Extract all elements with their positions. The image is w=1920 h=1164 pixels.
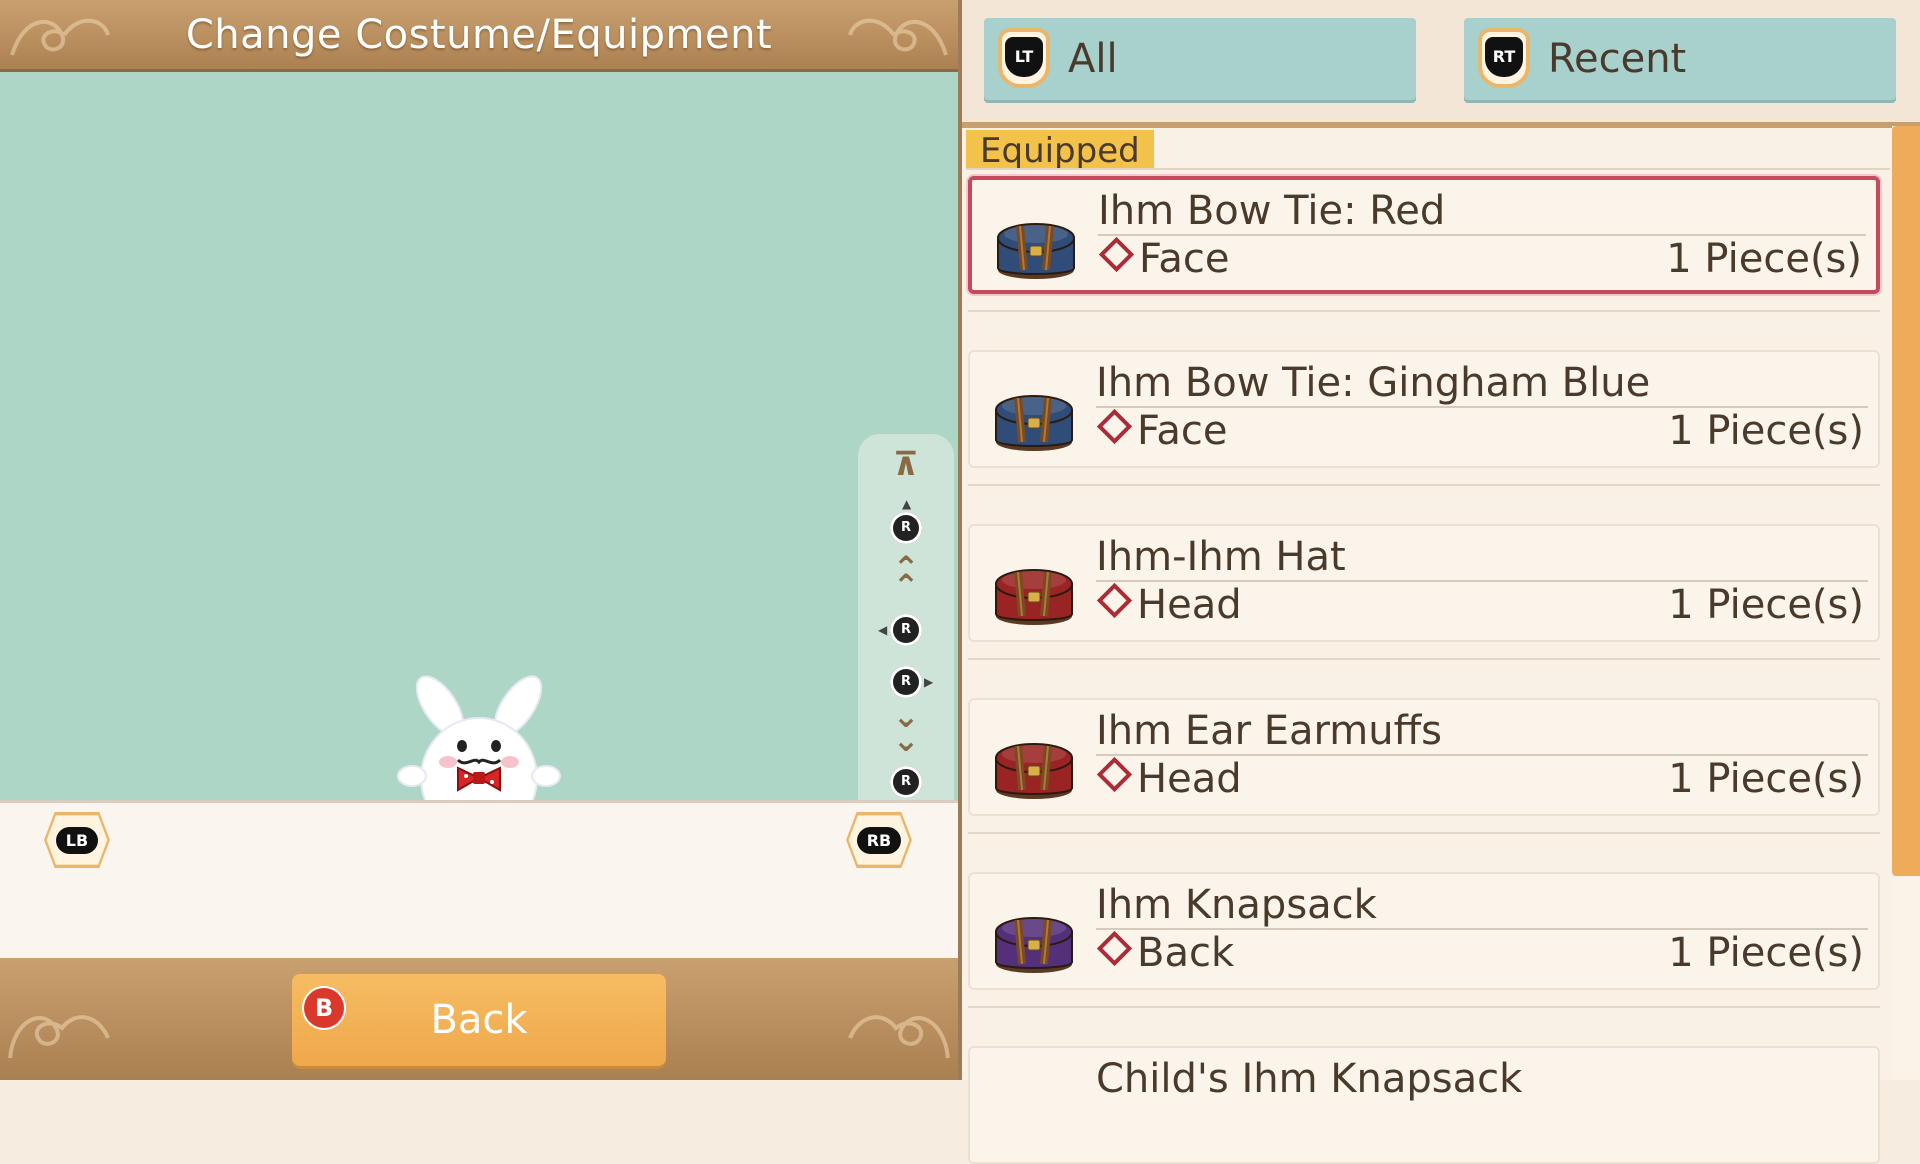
row-separator xyxy=(968,1006,1880,1008)
item-name: Ihm Bow Tie: Gingham Blue xyxy=(1096,360,1651,406)
rt-trigger-icon: RT xyxy=(1478,28,1530,88)
item-slot-label: Head xyxy=(1137,756,1242,802)
ornament-icon xyxy=(848,18,948,56)
zoom-in-icon: ⌃ xyxy=(892,567,920,605)
equipped-section-label: Equipped xyxy=(966,130,1154,171)
inventory-item-row[interactable]: Ihm Knapsack Back 1 Piece(s) xyxy=(968,872,1880,990)
chest-icon xyxy=(995,743,1073,799)
chest-icon xyxy=(995,917,1073,973)
ornament-icon xyxy=(8,1015,110,1059)
item-name: Ihm Ear Earmuffs xyxy=(1096,708,1443,754)
chest-icon xyxy=(997,223,1075,279)
item-name: Child's Ihm Knapsack xyxy=(1096,1056,1523,1102)
row-separator xyxy=(968,310,1880,312)
tab-recent[interactable]: RT Recent xyxy=(1464,18,1896,100)
chest-icon xyxy=(995,395,1073,451)
item-slot: Head xyxy=(1096,756,1242,802)
diamond-icon xyxy=(1096,930,1133,967)
zoom-max-icon: ⊼ xyxy=(893,445,919,483)
item-slot: Face xyxy=(1098,236,1229,282)
diamond-icon xyxy=(1096,408,1133,445)
item-quantity: 1 Piece(s) xyxy=(1668,408,1864,454)
row-separator xyxy=(968,484,1880,486)
tab-label: Recent xyxy=(1548,36,1687,82)
zoom-out-icon: ⌄ xyxy=(892,721,920,759)
r-stick-right-icon: R xyxy=(890,666,922,698)
category-tab-strip xyxy=(0,800,958,961)
ornament-icon xyxy=(848,1015,950,1059)
item-slot-label: Face xyxy=(1137,408,1228,454)
item-slot: Head xyxy=(1096,582,1242,628)
character-preview[interactable]: ⊼ R ▲ ⌃ ⌃ R ◀ R ▶ ⌄ ⌄ R ▼ ⊻ xyxy=(0,72,958,866)
diamond-icon xyxy=(1098,236,1135,273)
preview-panel: Change Costume/Equipment ⊼ R ▲ ⌃ ⌃ R ◀ R… xyxy=(0,0,958,1080)
filter-header: LT All RT Recent xyxy=(962,0,1920,128)
divider xyxy=(966,168,1890,170)
back-button[interactable]: B Back xyxy=(292,974,666,1066)
item-slot-label: Face xyxy=(1139,236,1230,282)
item-quantity: 1 Piece(s) xyxy=(1668,756,1864,802)
r-stick-down-icon: R xyxy=(890,766,922,798)
r-stick-up-icon: R xyxy=(890,512,922,544)
inventory-item-row[interactable]: Ihm Ear Earmuffs Head 1 Piece(s) xyxy=(968,698,1880,816)
inventory-item-row[interactable]: Child's Ihm Knapsack xyxy=(968,1046,1880,1164)
row-separator xyxy=(968,658,1880,660)
back-button-label: Back xyxy=(430,997,528,1043)
arrow-left-icon: ◀ xyxy=(878,623,888,637)
diamond-icon xyxy=(1096,756,1133,793)
item-name: Ihm-Ihm Hat xyxy=(1096,534,1346,580)
item-name: Ihm Knapsack xyxy=(1096,882,1377,928)
lb-button[interactable]: LB xyxy=(44,812,110,868)
page-title: Change Costume/Equipment xyxy=(185,12,773,58)
row-separator xyxy=(968,832,1880,834)
item-quantity: 1 Piece(s) xyxy=(1666,236,1862,282)
item-slot-label: Back xyxy=(1137,930,1235,976)
item-quantity: 1 Piece(s) xyxy=(1668,582,1864,628)
item-slot: Face xyxy=(1096,408,1227,454)
tab-label: All xyxy=(1068,36,1118,82)
title-bar: Change Costume/Equipment xyxy=(0,0,958,72)
scrollbar-thumb[interactable] xyxy=(1892,126,1920,876)
arrow-right-icon: ▶ xyxy=(924,675,934,689)
chest-icon xyxy=(995,569,1073,625)
inventory-panel: LT All RT Recent Equipped Ihm Bow Tie: R… xyxy=(962,0,1920,1164)
r-stick-left-icon: R xyxy=(890,614,922,646)
arrow-up-icon: ▲ xyxy=(902,497,912,511)
item-slot: Back xyxy=(1096,930,1234,976)
tab-all[interactable]: LT All xyxy=(984,18,1416,100)
inventory-item-row[interactable]: Ihm-Ihm Hat Head 1 Piece(s) xyxy=(968,524,1880,642)
inventory-item-row[interactable]: Ihm Bow Tie: Gingham Blue Face 1 Piece(s) xyxy=(968,350,1880,468)
item-slot-label: Head xyxy=(1137,582,1242,628)
b-button-icon: B xyxy=(304,988,344,1028)
diamond-icon xyxy=(1096,582,1133,619)
item-name: Ihm Bow Tie: Red xyxy=(1098,188,1446,234)
lt-trigger-icon: LT xyxy=(998,28,1050,88)
inventory-item-row[interactable]: Ihm Bow Tie: Red Face 1 Piece(s) xyxy=(968,176,1880,294)
rb-button[interactable]: RB xyxy=(846,812,912,868)
item-quantity: 1 Piece(s) xyxy=(1668,930,1864,976)
